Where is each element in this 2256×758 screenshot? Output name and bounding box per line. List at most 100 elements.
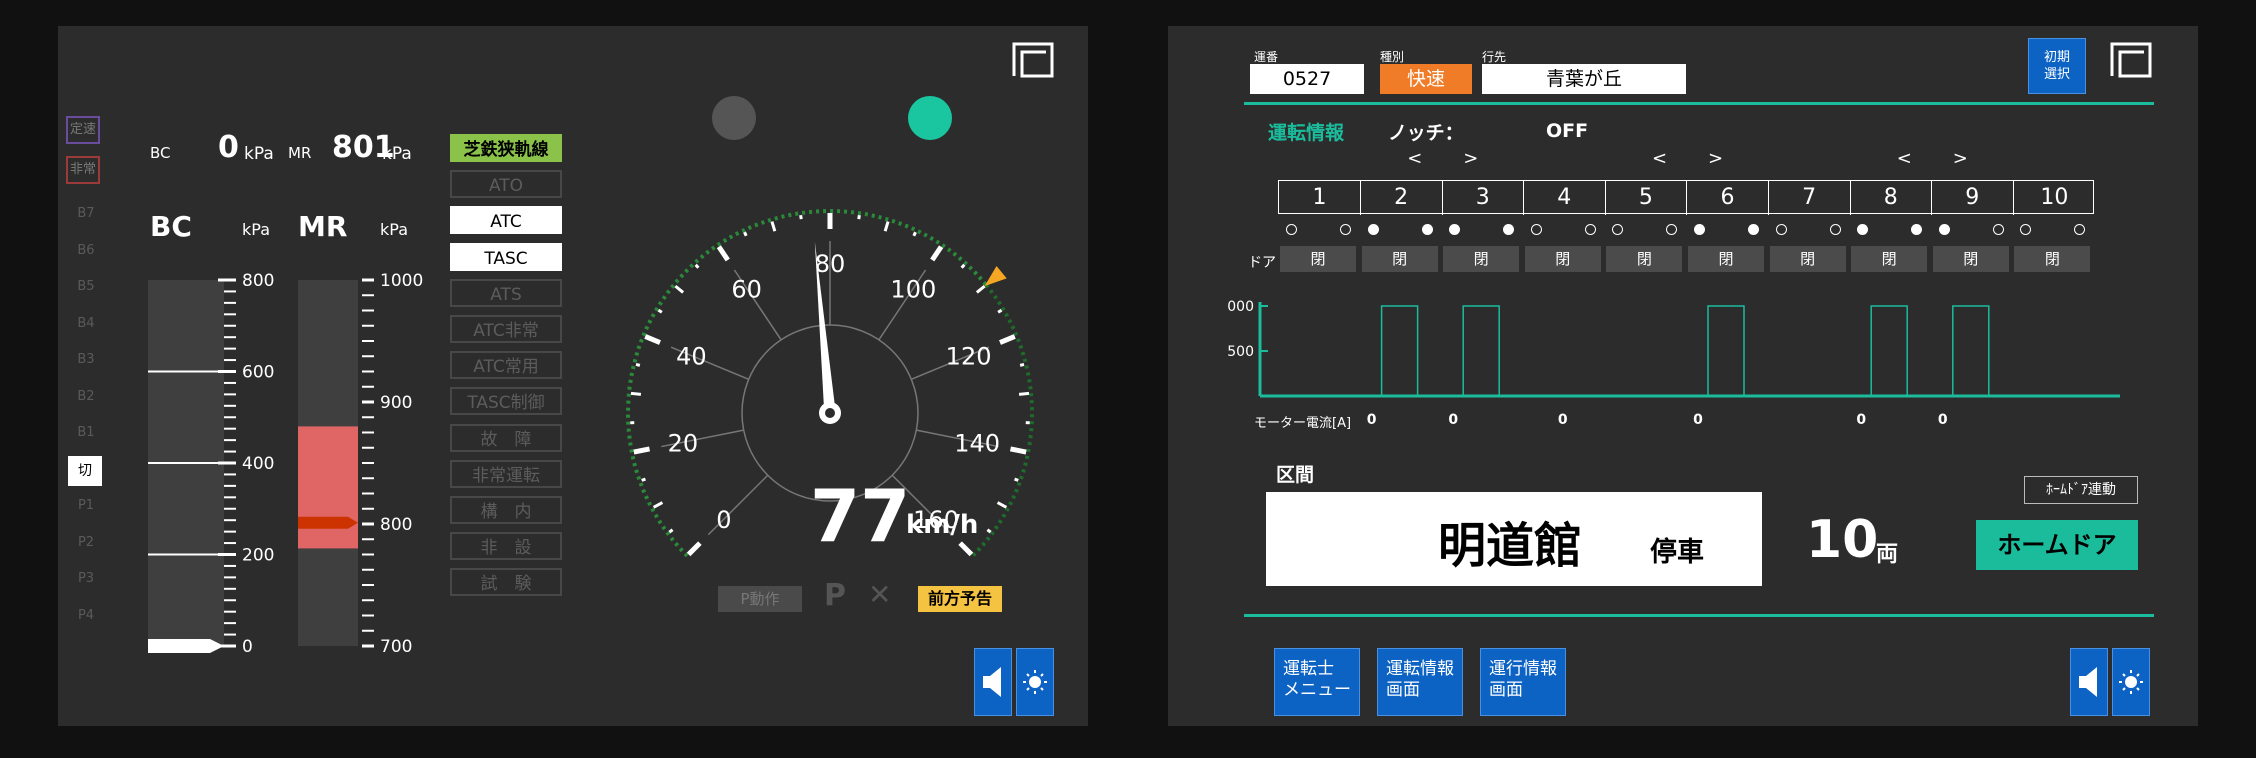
door-dot [2020,224,2032,235]
door-dot [1992,224,2004,235]
speed-tick [986,528,992,534]
door-state-car-6: 閉 [1688,246,1764,272]
speed-tick [883,221,890,232]
notch-P3: P3 [77,571,95,586]
car-number-4: 4 [1524,181,1606,215]
speed-tick [975,284,986,294]
indicator-light-gray [712,96,756,140]
motor-y-label: 500 [1228,344,1254,360]
car-number-2: 2 [1361,181,1443,215]
x-indicator: ✕ [868,578,892,611]
menu-button-1[interactable]: 運転情報 画面 [1377,648,1463,716]
door-state-car-8: 閉 [1851,246,1928,272]
brightness-button[interactable] [2112,648,2150,716]
state-indicator-10: 構 内 [450,496,562,524]
bc-tick-label: 400 [242,454,274,474]
home-door-button[interactable]: ホームドア [1976,520,2138,570]
train-no-label: 運番 [1254,50,1279,64]
door-state-car-5: 閉 [1606,246,1683,272]
state-indicator-9: 非常運転 [450,459,562,488]
car-number-5: 5 [1605,181,1688,215]
menu-button-2[interactable]: 運行情報 画面 [1480,648,1566,716]
speed-label: 40 [676,343,707,371]
speed-tick [996,501,1008,509]
speed-tick [1009,446,1027,455]
door-dot [1775,224,1787,235]
brightness-button[interactable] [1016,648,1054,716]
menu-button-0[interactable]: 運転士 メニュー [1274,648,1360,716]
bc-tick-label: 800 [242,271,274,291]
motor-current-chart: 1000 500 [1228,299,2120,398]
speed-tick [657,308,663,314]
mr-small-label: MR [288,144,312,162]
window-switch-icon[interactable] [2110,42,2152,78]
door-dot [1857,224,1869,235]
motor-current-bar [1707,305,1745,397]
car-number-9: 9 [1932,181,2014,215]
speed-tick [644,334,661,345]
speed-tick [674,284,685,294]
motor-current-bar [1380,305,1419,397]
bc-small-label: BC [150,144,171,162]
bc-unit: kPa [244,144,274,164]
lamp-0: 定速 [66,116,100,144]
window-switch-icon[interactable] [1012,42,1054,78]
state-indicator-11: 非 設 [450,532,562,561]
bc-tick-label: 600 [242,363,274,383]
section-label: 区間 [1276,464,1315,486]
speed-tick [633,446,651,455]
speed-digital-value: 77 [810,474,911,558]
motor-current-value: 0 [1937,412,1948,428]
drive-info-title: 運転情報 [1268,122,1345,144]
door-dot [2074,224,2086,235]
mr-normal-band [298,426,358,549]
door-dot [1340,224,1351,235]
notch-value: OFF [1546,120,1589,142]
motor-current-bar [1952,305,1990,397]
train-no-value: 0527 [1250,64,1364,94]
mr-tick-label: 900 [380,393,412,413]
initial-select-button[interactable]: 初期 選択 [2028,38,2086,94]
bc-gauge-title: BC [150,210,192,243]
mr-tick-label: 800 [380,515,412,535]
mr-pointer [298,516,358,529]
speed-tick [686,541,702,557]
door-dot [1367,224,1379,235]
door-dot [1286,224,1297,235]
speed-tick [999,334,1016,345]
door-label: ドア [1248,255,1276,271]
p-action-indicator: P動作 [718,586,802,612]
notch-B1: B1 [77,425,95,440]
speed-tick [668,528,674,534]
home-door-link-button[interactable]: ﾎｰﾑﾄﾞｱ連動 [2024,476,2138,504]
car-arrow-right-0: > [1463,148,1479,169]
state-indicator-6: ATC常用 [450,351,562,380]
speed-tick [630,391,642,396]
sound-button[interactable] [2070,648,2108,716]
speed-tick [694,263,700,269]
needle-hub-center [825,408,835,418]
speed-tick [997,308,1003,314]
stop-label: 停車 [1650,537,1704,568]
door-dot [1449,224,1461,235]
speed-tick [857,214,861,220]
sound-button[interactable] [974,648,1012,716]
door-dot [1829,224,1841,235]
door-state-car-1: 閉 [1280,246,1356,272]
speed-label: 0 [716,506,731,534]
speed-tick [1019,362,1025,367]
car-arrow-left-2: < [1896,148,1912,169]
car-number-8: 8 [1850,181,1933,215]
motor-current-value: 0 [1366,412,1377,428]
car-number-3: 3 [1442,181,1525,215]
mr-tick-label: 1000 [380,271,423,291]
car-arrow-right-2: > [1952,148,1968,169]
speed-label: 80 [815,250,846,278]
speed-tick [716,245,730,262]
dest-label: 行先 [1482,50,1507,64]
header-divider [1244,102,2154,105]
state-indicator-4: ATS [450,278,562,307]
door-state-car-9: 閉 [1932,246,2009,272]
door-dot [1911,224,1923,235]
state-indicator-12: 試 験 [450,568,562,597]
